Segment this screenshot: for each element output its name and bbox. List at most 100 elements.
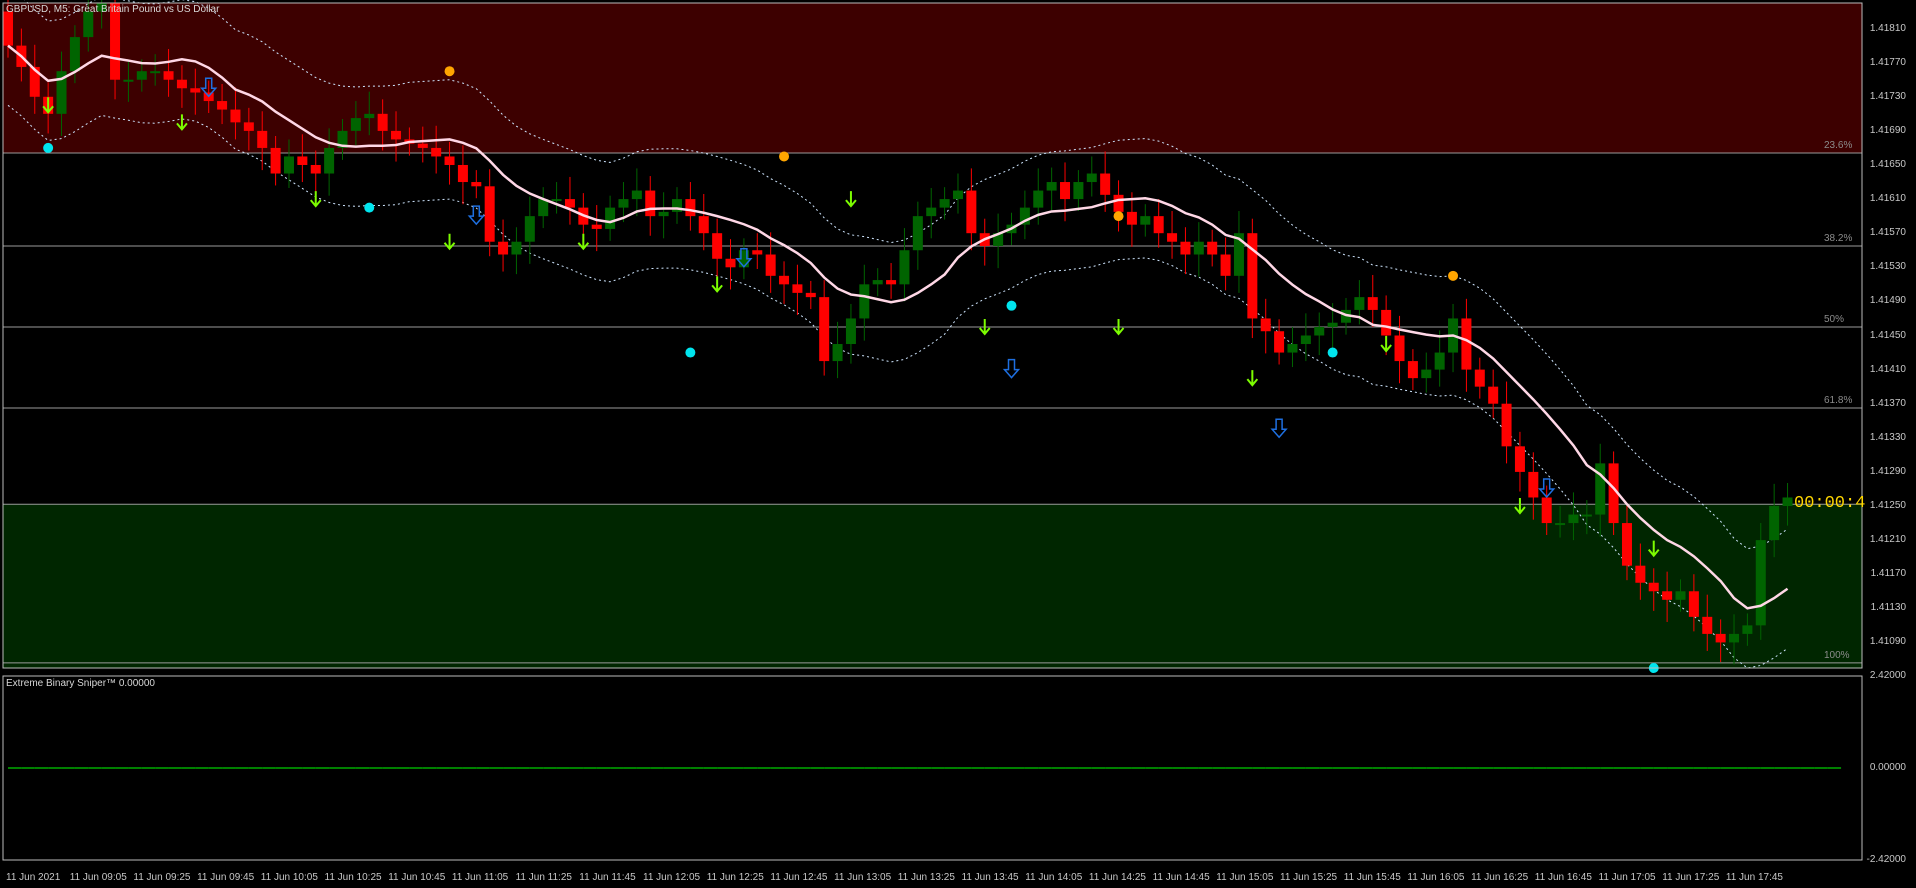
bear-candle	[1461, 318, 1472, 370]
time-tick: 11 Jun 14:25	[1088, 872, 1146, 883]
bear-candle	[1501, 403, 1512, 447]
bull-candle	[1300, 335, 1311, 345]
bull-candle	[1675, 591, 1686, 600]
bull-candle	[832, 344, 843, 362]
bear-candle	[1260, 318, 1271, 332]
time-tick: 11 Jun 11:05	[451, 872, 509, 883]
bull-candle	[912, 216, 923, 251]
bear-candle	[391, 130, 402, 140]
bull-candle	[1046, 182, 1057, 191]
cyan-dot-icon	[364, 202, 375, 213]
bull-candle	[1782, 497, 1793, 507]
bull-candle	[952, 190, 963, 200]
bull-candle	[1314, 326, 1325, 336]
price-tick: 1.41610	[1869, 193, 1906, 205]
price-tick: 1.41090	[1869, 636, 1906, 648]
price-tick: 1.41650	[1869, 158, 1906, 170]
indicator-tick: -2.42000	[1866, 854, 1906, 865]
bear-candle	[698, 216, 709, 234]
bear-candle	[805, 292, 816, 298]
bear-candle	[257, 130, 268, 148]
bear-candle	[471, 182, 482, 187]
bull-candle	[1568, 514, 1579, 524]
bull-candle	[631, 190, 642, 200]
bear-candle	[1528, 471, 1539, 498]
time-tick: 11 Jun 17:25	[1662, 872, 1720, 883]
time-tick: 11 Jun 13:45	[961, 872, 1019, 883]
bear-candle	[1662, 591, 1673, 600]
time-tick: 11 Jun 09:45	[197, 872, 255, 883]
orange-dot-icon	[444, 66, 455, 77]
price-tick: 1.41210	[1869, 534, 1906, 546]
bull-candle	[511, 241, 522, 255]
bull-candle	[1033, 190, 1044, 208]
price-tick: 1.41730	[1869, 90, 1906, 102]
zone-bottom	[3, 504, 1862, 668]
indicator-tick: 0.00000	[1869, 762, 1906, 773]
fib-label: 23.6%	[1824, 140, 1853, 152]
blue-down-arrow-icon	[467, 205, 485, 226]
fib-label: 61.8%	[1824, 394, 1853, 406]
chart-canvas[interactable]	[0, 0, 1916, 888]
bull-candle	[1421, 369, 1432, 379]
time-tick: 11 Jun 13:05	[834, 872, 892, 883]
time-tick: 11 Jun 12:25	[706, 872, 764, 883]
bear-candle	[163, 71, 174, 80]
bear-candle	[417, 143, 428, 148]
bear-candle	[792, 284, 803, 293]
bear-candle	[819, 297, 830, 362]
bear-candle	[243, 122, 254, 131]
price-tick: 1.41410	[1869, 363, 1906, 375]
bull-candle	[605, 207, 616, 229]
bear-candle	[1126, 211, 1137, 225]
orange-dot-icon	[1448, 270, 1459, 281]
bear-candle	[1488, 386, 1499, 404]
bear-candle	[1541, 497, 1552, 524]
bear-candle	[1167, 233, 1178, 242]
bull-candle	[1193, 241, 1204, 255]
bear-candle	[270, 147, 281, 174]
bear-candle	[712, 233, 723, 259]
bear-candle	[779, 275, 790, 285]
bear-candle	[431, 147, 442, 157]
time-tick: 11 Jun 11:45	[579, 872, 636, 883]
time-tick: 11 Jun 12:45	[770, 872, 828, 883]
bull-candle	[1755, 540, 1766, 626]
time-tick: 11 Jun 16:05	[1407, 872, 1465, 883]
bull-candle	[1086, 173, 1097, 183]
bear-candle	[1702, 616, 1713, 634]
fib-label: 50%	[1824, 313, 1845, 325]
cyan-dot-icon	[1327, 347, 1338, 358]
price-tick: 1.41770	[1869, 56, 1906, 68]
bear-candle	[297, 156, 308, 165]
bear-candle	[1100, 173, 1111, 195]
bull-candle	[658, 211, 669, 217]
bull-candle	[1742, 625, 1753, 634]
bear-candle	[1220, 254, 1231, 276]
time-tick: 11 Jun 15:25	[1280, 872, 1338, 883]
bear-candle	[377, 113, 388, 131]
bear-candle	[1367, 297, 1378, 310]
fib-label: 100%	[1824, 649, 1850, 661]
orange-dot-icon	[1113, 211, 1124, 222]
bull-candle	[364, 113, 375, 119]
bull-candle	[136, 71, 147, 80]
indicator-tick: 2.42000	[1869, 670, 1906, 681]
bear-candle	[1407, 361, 1418, 379]
time-tick: 11 Jun 10:05	[260, 872, 318, 883]
bull-candle	[1073, 182, 1084, 200]
time-tick: 11 Jun 14:45	[1152, 872, 1210, 883]
price-tick: 1.41810	[1869, 22, 1906, 34]
bear-candle	[645, 190, 656, 217]
blue-down-arrow-icon	[1002, 358, 1021, 379]
bear-candle	[1207, 241, 1218, 255]
bear-candle	[1274, 331, 1285, 353]
bear-candle	[484, 186, 495, 242]
time-tick: 11 Jun 15:05	[1216, 872, 1274, 883]
bull-candle	[1729, 633, 1740, 643]
price-tick: 1.41170	[1870, 568, 1906, 580]
price-tick: 1.41330	[1869, 431, 1906, 443]
chart-title: GBPUSD, M5: Great Britain Pound vs US Do…	[6, 4, 220, 15]
fib-label: 38.2%	[1824, 232, 1853, 244]
bull-candle	[845, 318, 856, 345]
